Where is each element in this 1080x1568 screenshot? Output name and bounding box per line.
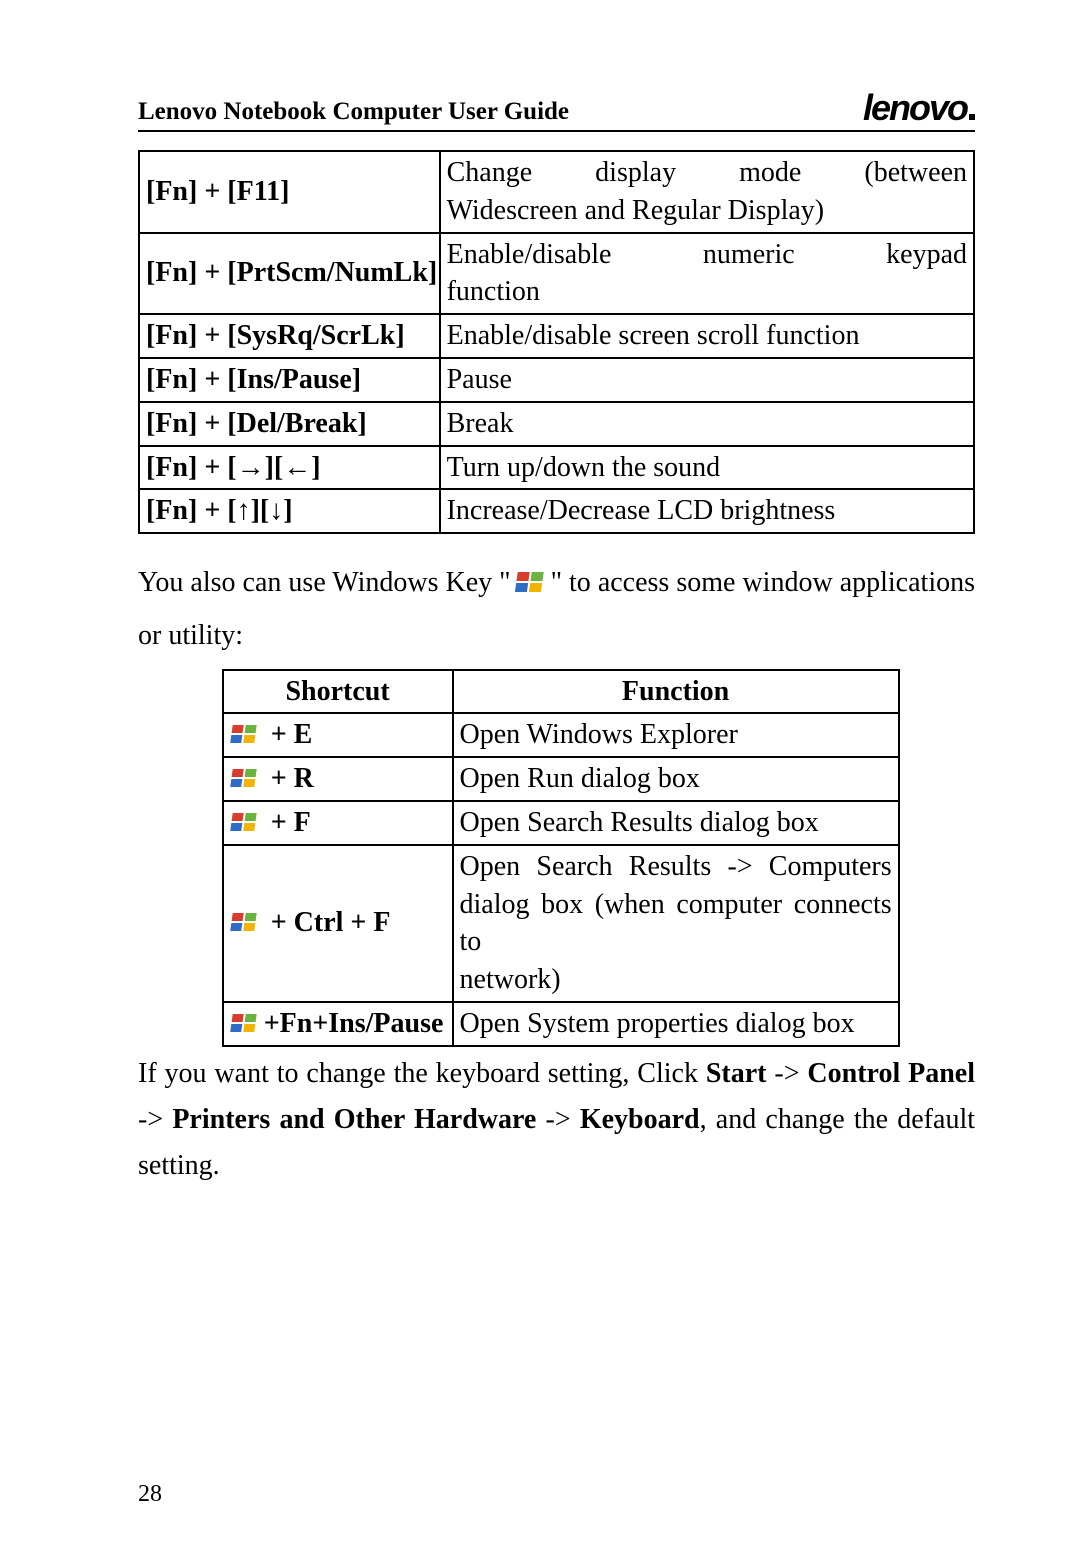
win-shortcut-cell: + R	[223, 757, 453, 801]
fn-desc-cell: Pause	[440, 358, 974, 402]
table-row: [Fn] + [Ins/Pause] Pause	[139, 358, 974, 402]
fn-key-cell: [Fn] + [Del/Break]	[139, 402, 440, 446]
win-func-cell: Open Windows Explorer	[453, 713, 899, 757]
lenovo-logo: lenovo	[863, 90, 975, 126]
fn-key-cell: [Fn] + [PrtScm/NumLk]	[139, 233, 440, 315]
page-header: Lenovo Notebook Computer User Guide leno…	[138, 90, 975, 132]
table-row: [Fn] + [F11] Change display mode (betwee…	[139, 151, 974, 233]
table-row: [Fn] + [Del/Break] Break	[139, 402, 974, 446]
fn-desc-cell: Enable/disable screen scroll function	[440, 314, 974, 358]
table-row: [Fn] + [→][←] Turn up/down the sound	[139, 446, 974, 490]
windows-key-icon	[230, 808, 260, 832]
table-row: [Fn] + [SysRq/ScrLk] Enable/disable scre…	[139, 314, 974, 358]
win-func-cell: Open Search Results -> Computers dialog …	[453, 845, 899, 1002]
windows-shortcuts-table: Shortcut Function + E Open Windows Explo…	[222, 669, 900, 1047]
fn-key-cell: [Fn] + [↑][↓]	[139, 489, 440, 533]
windows-key-icon	[230, 720, 260, 744]
win-func-cell: Open System properties dialog box	[453, 1002, 899, 1046]
fn-key-cell: [Fn] + [SysRq/ScrLk]	[139, 314, 440, 358]
page-number: 28	[138, 1481, 162, 1508]
win-func-cell: Open Search Results dialog box	[453, 801, 899, 845]
fn-desc-cell: Increase/Decrease LCD brightness	[440, 489, 974, 533]
table-header-row: Shortcut Function	[223, 670, 899, 714]
table-row: + E Open Windows Explorer	[223, 713, 899, 757]
win-func-cell: Open Run dialog box	[453, 757, 899, 801]
col-header-shortcut: Shortcut	[223, 670, 453, 714]
win-shortcut-cell: + Ctrl + F	[223, 845, 453, 1002]
fn-desc-cell: Break	[440, 402, 974, 446]
fn-key-cell: [Fn] + [F11]	[139, 151, 440, 233]
table-row: + R Open Run dialog box	[223, 757, 899, 801]
win-shortcut-cell: + E	[223, 713, 453, 757]
windows-key-icon	[230, 908, 260, 932]
table-row: + F Open Search Results dialog box	[223, 801, 899, 845]
windows-key-intro-text: You also can use Windows Key "" to acces…	[138, 556, 975, 662]
fn-shortcuts-table: [Fn] + [F11] Change display mode (betwee…	[138, 150, 975, 534]
windows-key-icon	[230, 764, 260, 788]
header-title: Lenovo Notebook Computer User Guide	[138, 98, 569, 126]
fn-key-cell: [Fn] + [→][←]	[139, 446, 440, 490]
win-shortcut-cell: +Fn+Ins/Pause	[223, 1002, 453, 1046]
col-header-function: Function	[453, 670, 899, 714]
fn-desc-cell: Enable/disable numeric keypad function	[440, 233, 974, 315]
win-shortcut-cell: + F	[223, 801, 453, 845]
table-row: [Fn] + [PrtScm/NumLk] Enable/disable num…	[139, 233, 974, 315]
windows-key-icon	[514, 561, 548, 587]
table-row: [Fn] + [↑][↓] Increase/Decrease LCD brig…	[139, 489, 974, 533]
table-row: +Fn+Ins/Pause Open System properties dia…	[223, 1002, 899, 1046]
table-row: + Ctrl + F Open Search Results -> Comput…	[223, 845, 899, 1002]
keyboard-setting-text: If you want to change the keyboard setti…	[138, 1051, 975, 1190]
fn-desc-cell: Change display mode (between Widescreen …	[440, 151, 974, 233]
fn-key-cell: [Fn] + [Ins/Pause]	[139, 358, 440, 402]
windows-key-icon	[230, 1009, 260, 1033]
fn-desc-cell: Turn up/down the sound	[440, 446, 974, 490]
